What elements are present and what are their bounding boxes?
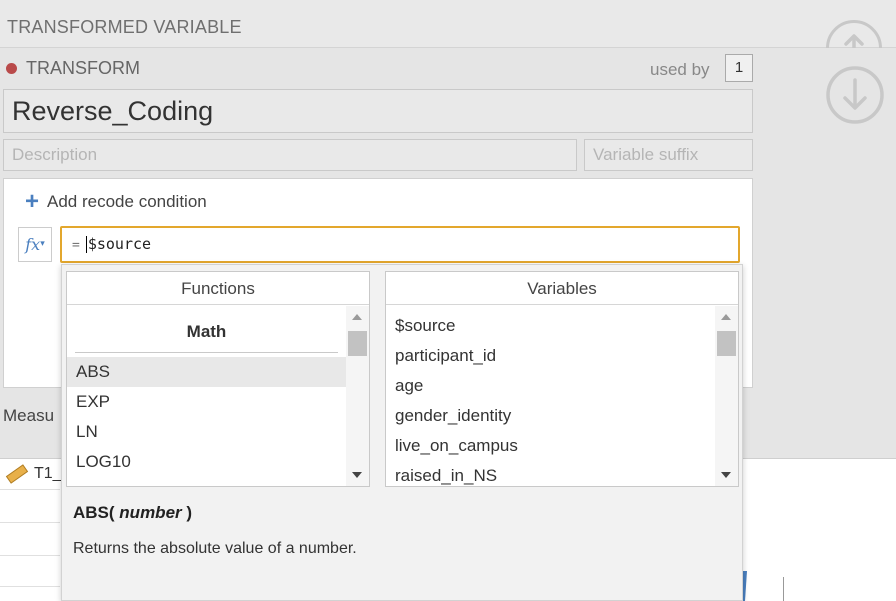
variable-item[interactable]: participant_id (386, 341, 715, 371)
function-browser-popup: Functions Math ABS EXP LN LOG10 Variable… (61, 264, 743, 601)
scroll-down-icon[interactable] (352, 472, 362, 478)
move-down-icon[interactable] (824, 66, 884, 126)
status-dot-icon (6, 63, 17, 74)
variables-list: Variables $source participant_id age gen… (385, 271, 739, 487)
functions-list: Functions Math ABS EXP LN LOG10 (66, 271, 370, 487)
ruler-icon (5, 464, 29, 489)
used-by-count[interactable]: 1 (725, 54, 753, 82)
scroll-down-icon[interactable] (721, 472, 731, 478)
function-item-log10[interactable]: LOG10 (67, 447, 346, 477)
add-recode-condition-button[interactable]: + Add recode condition (25, 188, 207, 215)
variables-list-body: $source participant_id age gender_identi… (386, 311, 715, 486)
function-button[interactable]: fx▾ (18, 227, 52, 262)
row-divider (0, 489, 60, 490)
move-up-icon[interactable] (824, 18, 884, 50)
variables-header: Variables (386, 272, 738, 305)
row-divider (0, 522, 60, 523)
divider-line (783, 577, 784, 601)
measure-label: Measu (3, 406, 55, 425)
variables-scrollbar[interactable] (715, 306, 738, 486)
used-by-label: used by (650, 60, 710, 79)
variable-item[interactable]: age (386, 371, 715, 401)
functions-list-body: Math ABS EXP LN LOG10 (67, 306, 346, 486)
function-signature: ABS( number ) (73, 503, 193, 522)
variable-item[interactable]: $source (386, 311, 715, 341)
formula-text: $source (87, 235, 152, 253)
functions-header: Functions (67, 272, 369, 305)
scroll-thumb[interactable] (348, 331, 367, 356)
variable-item[interactable]: gender_identity (386, 401, 715, 431)
row-divider (0, 586, 60, 587)
functions-scrollbar[interactable] (346, 306, 369, 486)
variable-row-label: T1_ (34, 465, 62, 482)
category-heading: Math (186, 322, 227, 341)
formula-input[interactable]: = $source (60, 226, 740, 263)
scroll-up-icon[interactable] (352, 314, 362, 320)
function-item-ln[interactable]: LN (67, 417, 346, 447)
function-description: Returns the absolute value of a number. (73, 540, 357, 557)
transform-name-input[interactable]: Reverse_Coding (3, 89, 753, 133)
transform-label: TRANSFORM (26, 58, 140, 78)
row-divider (0, 555, 60, 556)
section-title: TRANSFORMED VARIABLE (7, 17, 242, 37)
description-input[interactable]: Description (3, 139, 577, 171)
function-icon: fx (25, 235, 41, 254)
add-recode-label: Add recode condition (47, 192, 207, 211)
function-item-abs[interactable]: ABS (67, 357, 346, 387)
transform-heading: TRANSFORM (6, 58, 140, 79)
variable-suffix-input[interactable]: Variable suffix (584, 139, 753, 171)
scroll-thumb[interactable] (717, 331, 736, 356)
function-item-exp[interactable]: EXP (67, 387, 346, 417)
plus-icon: + (25, 188, 40, 215)
variable-item[interactable]: live_on_campus (386, 431, 715, 461)
variable-item[interactable]: raised_in_NS (386, 461, 715, 486)
formula-equals: = (72, 238, 80, 253)
scroll-up-icon[interactable] (721, 314, 731, 320)
